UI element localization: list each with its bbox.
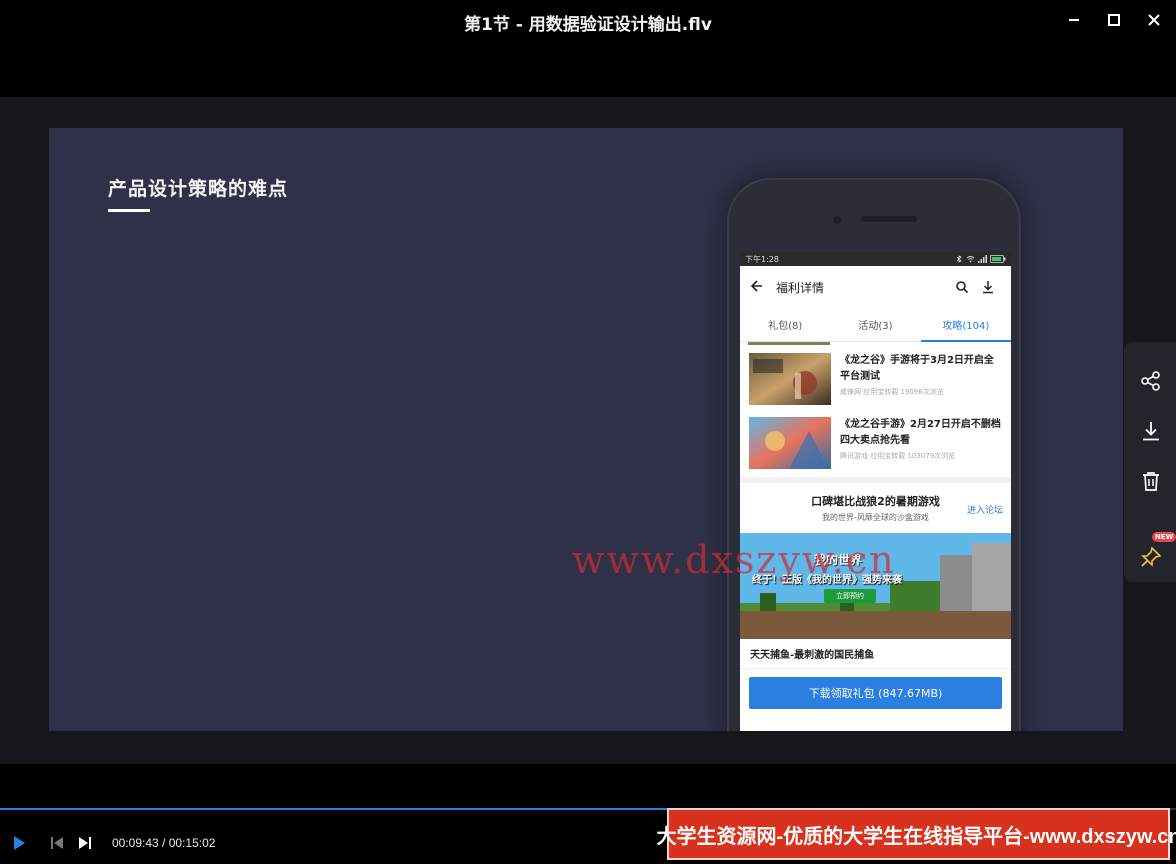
close-icon	[1148, 14, 1160, 26]
tab-events[interactable]: 活动(3)	[830, 308, 920, 341]
time-display: 00:09:43 / 00:15:02	[112, 836, 216, 850]
tab-gifts[interactable]: 礼包(8)	[740, 308, 830, 341]
list-item[interactable]: 《龙之谷》手游将于3月2日开启全平台测试 威锋网·应用宝转载 19096次浏览	[740, 345, 1011, 409]
article-title: 《龙之谷手游》2月27日开启不删档 四大卖点抢先看	[840, 419, 1001, 446]
signal-icon	[978, 255, 987, 263]
phone-speaker	[861, 216, 917, 222]
arrow-left-icon	[750, 279, 762, 292]
side-toolbar: NEW	[1124, 342, 1176, 582]
search-button[interactable]	[949, 280, 975, 294]
skip-next-icon	[79, 837, 91, 849]
tab-bar: 礼包(8) 活动(3) 攻略(104)	[740, 308, 1011, 342]
ad-banner[interactable]: 大学生资源网-优质的大学生在线指导平台-www.dxszyw.cn	[656, 808, 1176, 860]
article-thumbnail	[749, 417, 831, 469]
minimize-button[interactable]	[1060, 8, 1088, 32]
share-button[interactable]	[1138, 368, 1164, 394]
download-icon	[1143, 422, 1159, 441]
watermark-text: www.dxszyw.cn	[572, 538, 896, 582]
next-button[interactable]	[74, 834, 96, 852]
pin-icon	[1141, 546, 1162, 567]
back-button[interactable]	[750, 279, 768, 296]
status-bar: 下午1:28	[740, 252, 1011, 266]
progress-fill	[0, 808, 760, 810]
maximize-icon	[1108, 14, 1120, 26]
skip-previous-icon	[51, 837, 63, 849]
delete-button[interactable]	[1138, 468, 1164, 494]
promo-header: 口碑堪比战狼2的暑期游戏 我的世界-风靡全球的沙盒游戏 进入论坛	[740, 483, 1011, 533]
window-title: 第1节 - 用数据验证设计输出.flv	[464, 15, 712, 35]
share-icon	[1141, 371, 1160, 391]
minimize-icon	[1069, 19, 1079, 21]
status-icons	[955, 255, 1006, 263]
bluetooth-icon	[956, 255, 962, 263]
download-icon	[983, 281, 993, 294]
save-download-button[interactable]	[1138, 418, 1164, 444]
phone-screen: 下午1:28 福利详情 礼包(8) 活动(3) 攻略(104) 《龙之谷》手游将…	[740, 252, 1011, 731]
download-button[interactable]	[975, 280, 1001, 294]
game-title: 天天捕鱼-最刺激的国民捕鱼	[740, 639, 1011, 669]
app-bar: 福利详情	[740, 266, 1011, 308]
phone-mockup: 下午1:28 福利详情 礼包(8) 活动(3) 攻略(104) 《龙之谷》手游将…	[727, 178, 1021, 731]
close-button[interactable]	[1140, 8, 1168, 32]
forum-link[interactable]: 进入论坛	[967, 503, 1003, 516]
title-bar: 第1节 - 用数据验证设计输出.flv	[0, 0, 1176, 44]
new-badge: NEW	[1152, 532, 1176, 542]
trash-icon	[1143, 472, 1159, 491]
status-time: 下午1:28	[745, 254, 779, 264]
article-meta: 威锋网·应用宝转载 19096次浏览	[840, 388, 944, 396]
slide-title: 产品设计策略的难点	[108, 178, 289, 200]
article-meta: 腾讯游戏·应用宝转载 103079次浏览	[840, 452, 956, 460]
battery-icon	[990, 255, 1006, 263]
list-item[interactable]: 《龙之谷手游》2月27日开启不删档 四大卖点抢先看 腾讯游戏·应用宝转载 103…	[740, 409, 1011, 473]
maximize-button[interactable]	[1100, 8, 1128, 32]
tab-guides[interactable]: 攻略(104)	[920, 308, 1011, 342]
video-slide: 产品设计策略的难点 下午1:28 福利详情 礼包(8) 活动(3) 攻略(104…	[49, 128, 1123, 731]
slide-title-underline	[108, 209, 150, 212]
previous-button[interactable]	[46, 834, 68, 852]
wifi-icon	[966, 256, 975, 263]
play-button[interactable]	[8, 834, 30, 852]
search-icon	[956, 281, 969, 294]
play-icon	[14, 836, 25, 850]
reserve-button[interactable]: 立即预约	[824, 589, 876, 603]
article-thumbnail	[749, 353, 831, 405]
article-title: 《龙之谷》手游将于3月2日开启全平台测试	[840, 355, 994, 382]
pin-button[interactable]	[1138, 544, 1164, 570]
phone-camera	[833, 216, 841, 224]
app-title: 福利详情	[776, 280, 825, 295]
download-gift-button[interactable]: 下载领取礼包 (847.67MB)	[749, 677, 1002, 709]
